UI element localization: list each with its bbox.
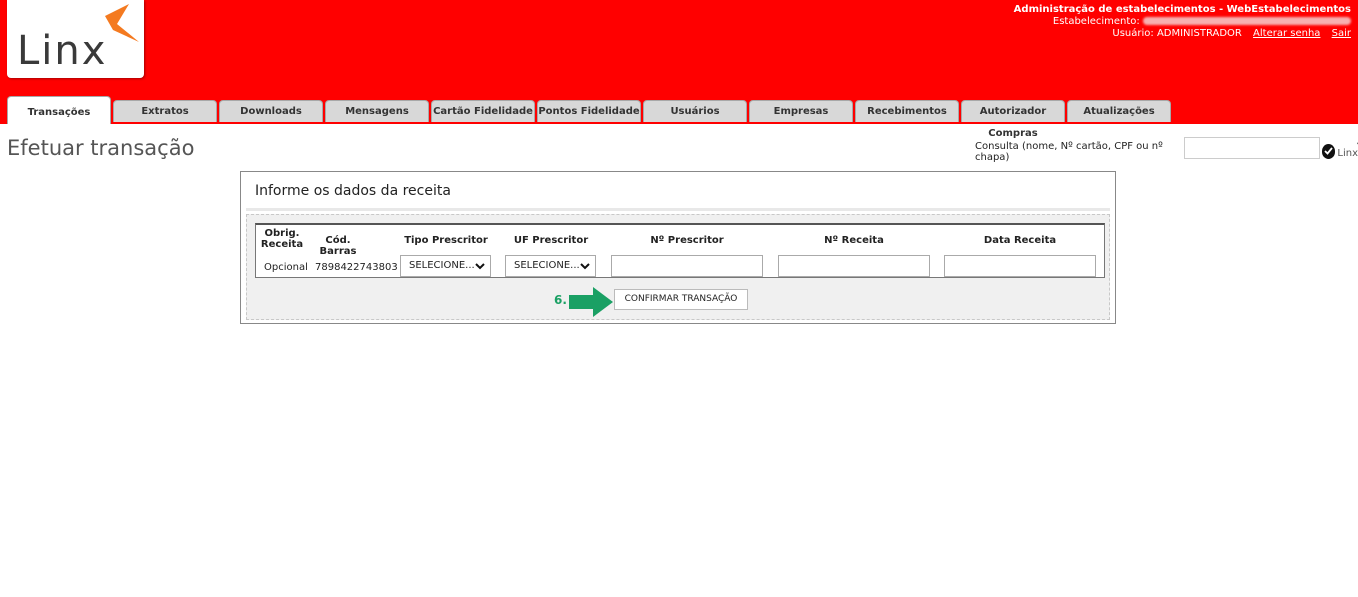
tab-transacoes[interactable]: Transações: [7, 96, 111, 124]
alterar-senha-link[interactable]: Alterar senha: [1253, 28, 1320, 39]
col-obrig-receita: Obrig. Receita: [260, 228, 304, 250]
consulta-search: Consulta (nome, Nº cartão, CPF ou nº cha…: [975, 136, 1358, 163]
tab-extratos[interactable]: Extratos: [113, 100, 217, 122]
uf-prescritor-select[interactable]: SELECIONE...: [505, 255, 596, 277]
tab-autorizador-compras[interactable]: Autorizador Compras: [961, 100, 1065, 139]
estabelecimento-row: Estabelecimento:: [1014, 16, 1351, 28]
tipo-prescritor-value: SELECIONE...: [409, 260, 475, 271]
panel-divider: [246, 208, 1110, 211]
col-n-prescritor: Nº Prescritor: [650, 235, 724, 246]
logo-mark-icon: [105, 4, 139, 42]
estabelecimento-redacted: [1143, 17, 1351, 25]
header: Linx Administração de estabelecimentos -…: [0, 0, 1358, 139]
admin-title: Administração de estabelecimentos - WebE…: [1013, 4, 1351, 15]
tab-mensagens[interactable]: Mensagens: [325, 100, 429, 122]
tab-recebimentos[interactable]: Recebimentos: [855, 100, 959, 122]
chevron-down-icon: [475, 263, 485, 270]
cell-obrig: Opcional: [264, 262, 308, 273]
col-tipo-prescritor: Tipo Prescritor: [404, 235, 488, 246]
tab-empresas[interactable]: Empresas: [749, 100, 853, 122]
tab-usuarios[interactable]: Usuários: [643, 100, 747, 122]
tab-cartao-fidelidade[interactable]: Cartão Fidelidade: [431, 100, 535, 122]
uf-prescritor-value: SELECIONE...: [514, 260, 580, 271]
receita-panel: Informe os dados da receita Obrig. Recei…: [240, 171, 1116, 324]
arrow-right-icon: [569, 287, 613, 317]
n-receita-input[interactable]: [778, 255, 930, 277]
consulta-input[interactable]: [1183, 137, 1320, 159]
data-receita-input[interactable]: [944, 255, 1096, 277]
panel-title: Informe os dados da receita: [255, 183, 451, 199]
step-label: 6.: [554, 293, 567, 307]
tab-downloads[interactable]: Downloads: [219, 100, 323, 122]
sair-link[interactable]: Sair: [1332, 28, 1351, 39]
tab-pontos-fidelidade[interactable]: Pontos Fidelidade: [537, 100, 641, 122]
tipo-prescritor-select[interactable]: SELECIONE...: [400, 255, 491, 277]
tab-atualizacoes[interactable]: Atualizações: [1067, 100, 1171, 122]
receita-form: Obrig. Receita Cód. Barras Tipo Prescrit…: [246, 214, 1110, 320]
col-n-receita: Nº Receita: [824, 235, 884, 246]
top-info: Administração de estabelecimentos - WebE…: [1014, 4, 1351, 40]
mini-logo-text: Linx: [1337, 147, 1358, 159]
page-title: Efetuar transação: [7, 136, 195, 160]
estabelecimento-label: Estabelecimento:: [1052, 16, 1140, 27]
logo-text: Linx: [17, 28, 108, 74]
check-icon[interactable]: [1321, 143, 1336, 159]
n-prescritor-input[interactable]: [611, 255, 763, 277]
col-uf-prescritor: UF Prescritor: [513, 235, 589, 246]
main-tabs: Transações Extratos Downloads Mensagens …: [7, 96, 1171, 139]
col-cod-barras: Cód. Barras: [319, 235, 357, 257]
cell-cod-barras: 7898422743803: [315, 262, 398, 273]
chevron-down-icon: [580, 263, 590, 270]
usuario-row: Usuário: ADMINISTRADOR Alterar senha Sai…: [1014, 28, 1351, 40]
linx-logo[interactable]: Linx: [7, 0, 144, 78]
consulta-label: Consulta (nome, Nº cartão, CPF ou nº cha…: [975, 141, 1163, 163]
usuario-label: Usuário: ADMINISTRADOR: [1112, 28, 1242, 39]
confirm-transaction-button[interactable]: CONFIRMAR TRANSAÇÃO: [614, 289, 748, 310]
col-data-receita: Data Receita: [983, 235, 1057, 246]
mini-linx-logo: Linx: [1337, 142, 1358, 159]
receita-table: Obrig. Receita Cód. Barras Tipo Prescrit…: [255, 223, 1105, 278]
